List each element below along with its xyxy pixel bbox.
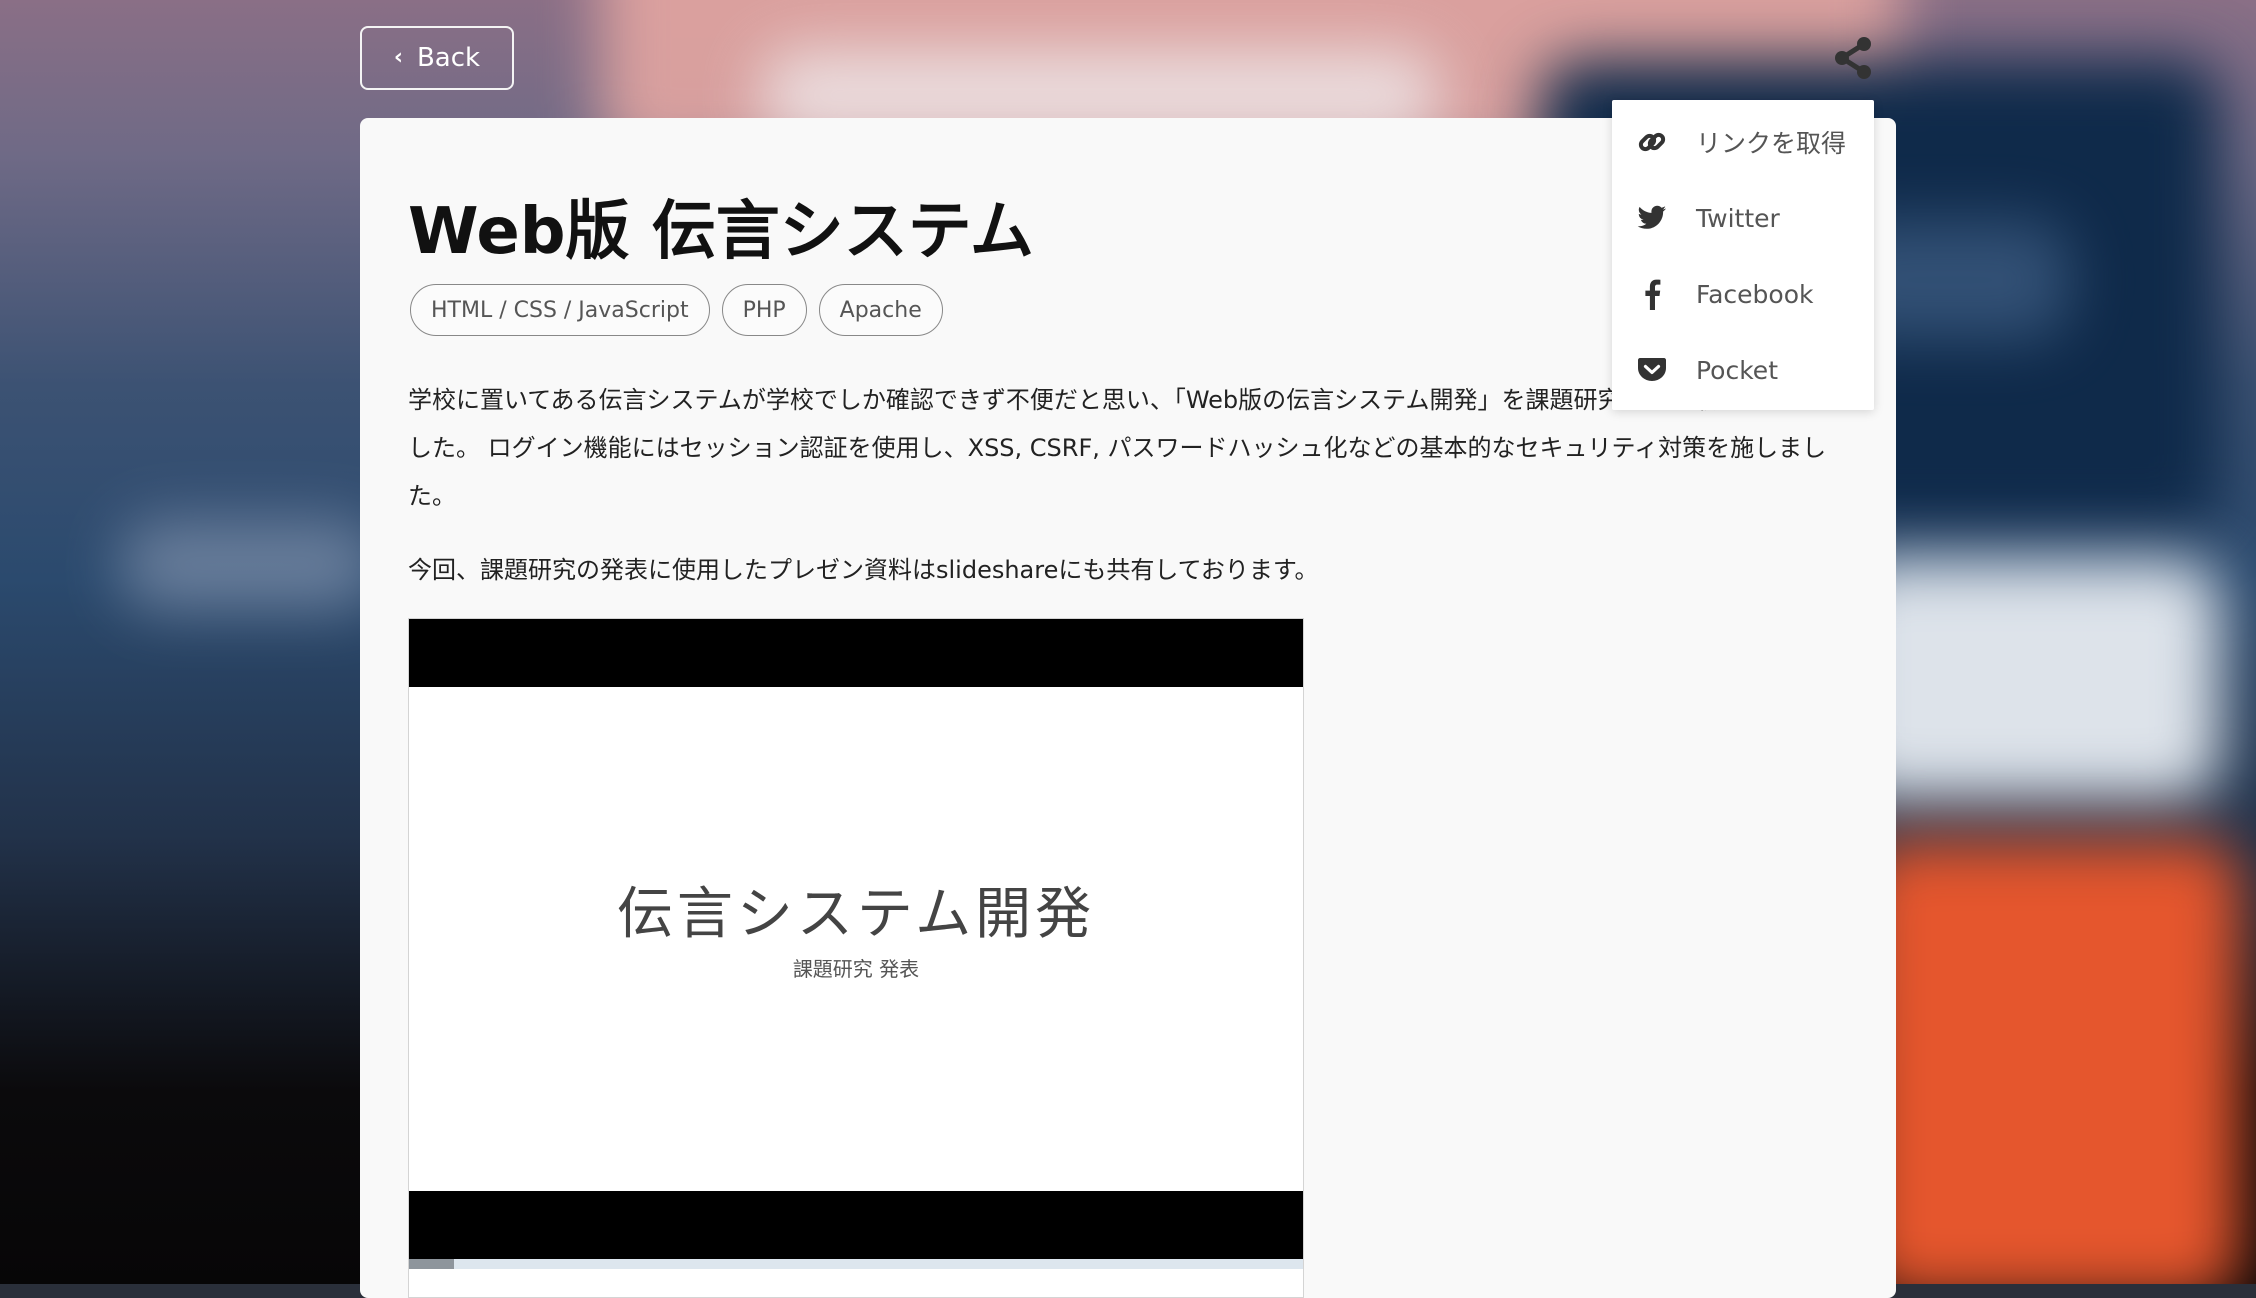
tag-badge[interactable]: PHP [721, 284, 807, 336]
tag-badge[interactable]: Apache [818, 284, 943, 336]
slide-letterbox-bottom [409, 1191, 1303, 1259]
chevron-left-icon: ‹ [393, 45, 403, 70]
share-icon[interactable] [1832, 36, 1874, 80]
back-label: Back [416, 43, 481, 73]
slide-title: 伝言システム開発 [616, 882, 1096, 947]
share-menu-label: リンクを取得 [1696, 129, 1847, 158]
slide-progress-fill [409, 1259, 454, 1269]
share-menu-item-pocket[interactable]: Pocket [1612, 334, 1874, 406]
page-title: Web版 伝言システム [408, 195, 1034, 269]
share-menu: リンクを取得 Twitter Facebook Pocket [1612, 100, 1874, 410]
background-shape [1840, 560, 2220, 800]
tag-list: HTML / CSS / JavaScript PHP Apache [410, 284, 943, 336]
share-menu-label: Twitter [1696, 203, 1780, 233]
background-shape [1860, 840, 2240, 1284]
facebook-icon [1636, 278, 1668, 310]
back-button[interactable]: ‹ Back [360, 26, 514, 90]
slideshare-note: 今回、課題研究の発表に使用したプレゼン資料はslideshareにも共有しており… [408, 556, 1319, 584]
share-menu-label: Facebook [1696, 279, 1814, 309]
share-menu-item-link[interactable]: リンクを取得 [1612, 106, 1874, 178]
pocket-icon [1636, 354, 1668, 386]
link-icon [1636, 126, 1668, 158]
tag-badge[interactable]: HTML / CSS / JavaScript [410, 284, 710, 336]
share-menu-label: Pocket [1696, 355, 1778, 385]
slide-letterbox-top [409, 619, 1303, 687]
slideshare-embed[interactable]: 伝言システム開発 課題研究 発表 [408, 618, 1304, 1298]
slide-progress-bar[interactable] [409, 1259, 1303, 1269]
twitter-icon [1636, 202, 1668, 234]
share-menu-item-twitter[interactable]: Twitter [1612, 182, 1874, 254]
background-shape [120, 520, 380, 610]
slide-subtitle: 課題研究 発表 [792, 957, 920, 981]
share-menu-item-facebook[interactable]: Facebook [1612, 258, 1874, 330]
